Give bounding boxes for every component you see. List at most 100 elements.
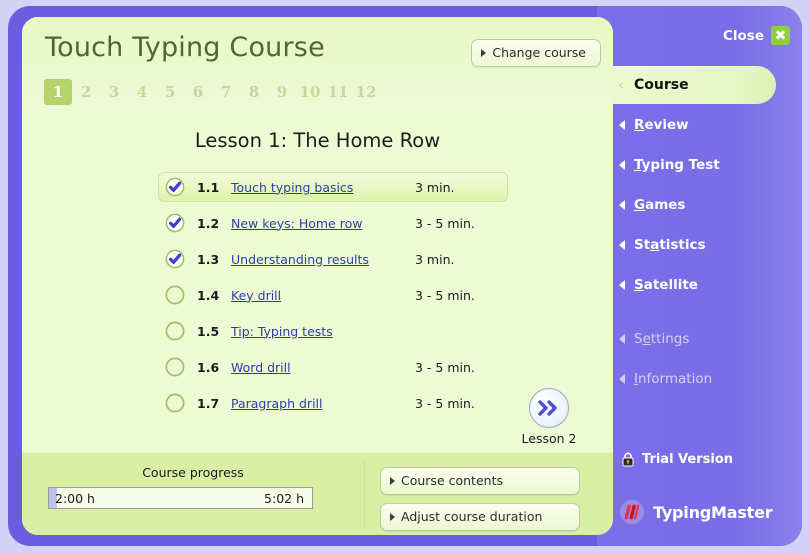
footer-buttons: Course contents Adjust course duration <box>380 467 580 535</box>
lesson-number-7[interactable]: 7 <box>212 79 240 105</box>
lesson-duration: 3 - 5 min. <box>415 215 475 231</box>
sidebar-item-label: Settings <box>634 331 690 347</box>
empty-circle-icon <box>165 393 185 413</box>
course-contents-button[interactable]: Course contents <box>380 467 580 495</box>
triangle-left-icon <box>619 374 625 384</box>
change-course-button[interactable]: Change course <box>471 39 601 67</box>
triangle-right-icon <box>390 476 395 485</box>
trial-version-label: Trial Version <box>642 452 734 467</box>
lesson-code: 1.3 <box>197 251 220 267</box>
sidebar-item-games[interactable]: Games <box>619 197 685 213</box>
triangle-left-icon <box>619 280 625 290</box>
next-lesson-button[interactable]: Lesson 2 <box>511 388 587 446</box>
sidebar-item-typing-test[interactable]: Typing Test <box>619 157 720 173</box>
footer-divider <box>364 461 365 529</box>
course-progress-current: 2:00 h <box>55 490 95 506</box>
panel-footer: Course progress 2:00 h 5:02 h Course con… <box>22 452 613 535</box>
sidebar-item-label: Course <box>634 77 689 93</box>
lesson-code: 1.2 <box>197 215 220 231</box>
lesson-duration: 3 - 5 min. <box>415 287 475 303</box>
lesson-item-1-6[interactable]: 1.6 Word drill 3 - 5 min. <box>158 352 508 382</box>
check-circle-icon <box>165 213 185 233</box>
application-window: Close ✖ ‹ Course Review Typing Test Game… <box>8 6 802 546</box>
sidebar-item-label: Games <box>634 197 686 213</box>
trial-version-badge: Trial Version <box>621 452 733 467</box>
lesson-number-12[interactable]: 12 <box>352 79 380 105</box>
course-progress-bar: 2:00 h 5:02 h <box>48 487 313 509</box>
lesson-title-link[interactable]: Understanding results <box>231 252 415 267</box>
lock-icon <box>622 452 634 467</box>
next-lesson-circle[interactable] <box>529 388 569 428</box>
lesson-item-1-4[interactable]: 1.4 Key drill 3 - 5 min. <box>158 280 508 310</box>
lesson-number-6[interactable]: 6 <box>184 79 212 105</box>
lesson-title-link[interactable]: Touch typing basics <box>231 180 415 195</box>
lesson-item-1-5[interactable]: 1.5 Tip: Typing tests <box>158 316 508 346</box>
lesson-number-10[interactable]: 10 <box>296 79 324 105</box>
lesson-item-1-2[interactable]: 1.2 New keys: Home row 3 - 5 min. <box>158 208 508 238</box>
sidebar-item-review[interactable]: Review <box>619 117 689 133</box>
change-course-label: Change course <box>492 45 586 60</box>
sidebar-item-label: Review <box>634 117 689 133</box>
lesson-number-1[interactable]: 1 <box>44 79 72 105</box>
lesson-number-9[interactable]: 9 <box>268 79 296 105</box>
lesson-duration: 3 min. <box>415 251 455 267</box>
sidebar-item-label: Satellite <box>634 277 698 293</box>
lesson-item-1-1[interactable]: 1.1 Touch typing basics 3 min. <box>158 172 508 202</box>
triangle-left-icon <box>619 200 625 210</box>
lesson-body: Lesson 1: The Home Row 1.1 Touch typing … <box>22 107 613 452</box>
chevron-left-icon: ‹ <box>618 76 624 94</box>
course-contents-label: Course contents <box>401 473 503 488</box>
lesson-duration: 3 - 5 min. <box>415 395 475 411</box>
check-circle-icon <box>165 177 185 197</box>
lesson-item-1-3[interactable]: 1.3 Understanding results 3 min. <box>158 244 508 274</box>
lesson-list: 1.1 Touch typing basics 3 min. 1.2 New k… <box>22 172 613 418</box>
triangle-left-icon <box>619 120 625 130</box>
lesson-heading: Lesson 1: The Home Row <box>194 129 441 152</box>
sidebar-item-information[interactable]: Information <box>619 371 712 387</box>
close-x-icon[interactable]: ✖ <box>771 26 790 45</box>
double-chevron-right-icon <box>538 400 557 416</box>
lesson-duration: 3 - 5 min. <box>415 359 475 375</box>
lesson-title-link[interactable]: Tip: Typing tests <box>231 324 415 339</box>
lesson-item-1-7[interactable]: 1.7 Paragraph drill 3 - 5 min. <box>158 388 508 418</box>
lesson-code: 1.1 <box>197 179 220 195</box>
sidebar-item-label: Information <box>634 371 713 387</box>
lesson-duration: 3 min. <box>415 179 455 195</box>
empty-circle-icon <box>165 321 185 341</box>
lesson-number-2[interactable]: 2 <box>72 79 100 105</box>
lesson-code: 1.6 <box>197 359 220 375</box>
main-panel: Touch Typing Course Change course 1 2 3 … <box>22 17 613 535</box>
typingmaster-logo-icon <box>620 500 644 524</box>
brand-name: TypingMaster <box>653 502 773 522</box>
lesson-title-link[interactable]: New keys: Home row <box>231 216 415 231</box>
lesson-title-link[interactable]: Key drill <box>231 288 415 303</box>
empty-circle-icon <box>165 357 185 377</box>
triangle-right-icon <box>390 512 395 521</box>
sidebar-item-label: Statistics <box>634 237 706 253</box>
sidebar-item-statistics[interactable]: Statistics <box>619 237 706 253</box>
lesson-title-link[interactable]: Word drill <box>231 360 415 375</box>
course-progress-total: 5:02 h <box>264 490 304 506</box>
lesson-number-4[interactable]: 4 <box>128 79 156 105</box>
adjust-course-duration-button[interactable]: Adjust course duration <box>380 503 580 531</box>
lesson-number-11[interactable]: 11 <box>324 79 352 105</box>
adjust-course-duration-label: Adjust course duration <box>401 509 543 524</box>
course-progress-label: Course progress <box>142 465 244 480</box>
lesson-number-8[interactable]: 8 <box>240 79 268 105</box>
next-lesson-label: Lesson 2 <box>521 431 577 446</box>
empty-circle-icon <box>165 285 185 305</box>
sidebar-item-satellite[interactable]: Satellite <box>619 277 698 293</box>
lesson-code: 1.7 <box>197 395 220 411</box>
lesson-number-3[interactable]: 3 <box>100 79 128 105</box>
check-circle-icon <box>165 249 185 269</box>
close-button[interactable]: Close ✖ <box>723 26 790 45</box>
sidebar-item-course[interactable]: ‹ Course <box>604 66 776 104</box>
triangle-right-icon <box>481 48 487 57</box>
sidebar: Close ✖ ‹ Course Review Typing Test Game… <box>597 6 802 546</box>
lesson-title-link[interactable]: Paragraph drill <box>231 396 415 411</box>
lesson-number-5[interactable]: 5 <box>156 79 184 105</box>
sidebar-item-settings[interactable]: Settings <box>619 331 689 347</box>
close-label: Close <box>722 27 764 44</box>
brand-logo: TypingMaster <box>619 499 773 525</box>
lesson-number-strip: 1 2 3 4 5 6 7 8 9 10 11 12 <box>44 79 380 105</box>
